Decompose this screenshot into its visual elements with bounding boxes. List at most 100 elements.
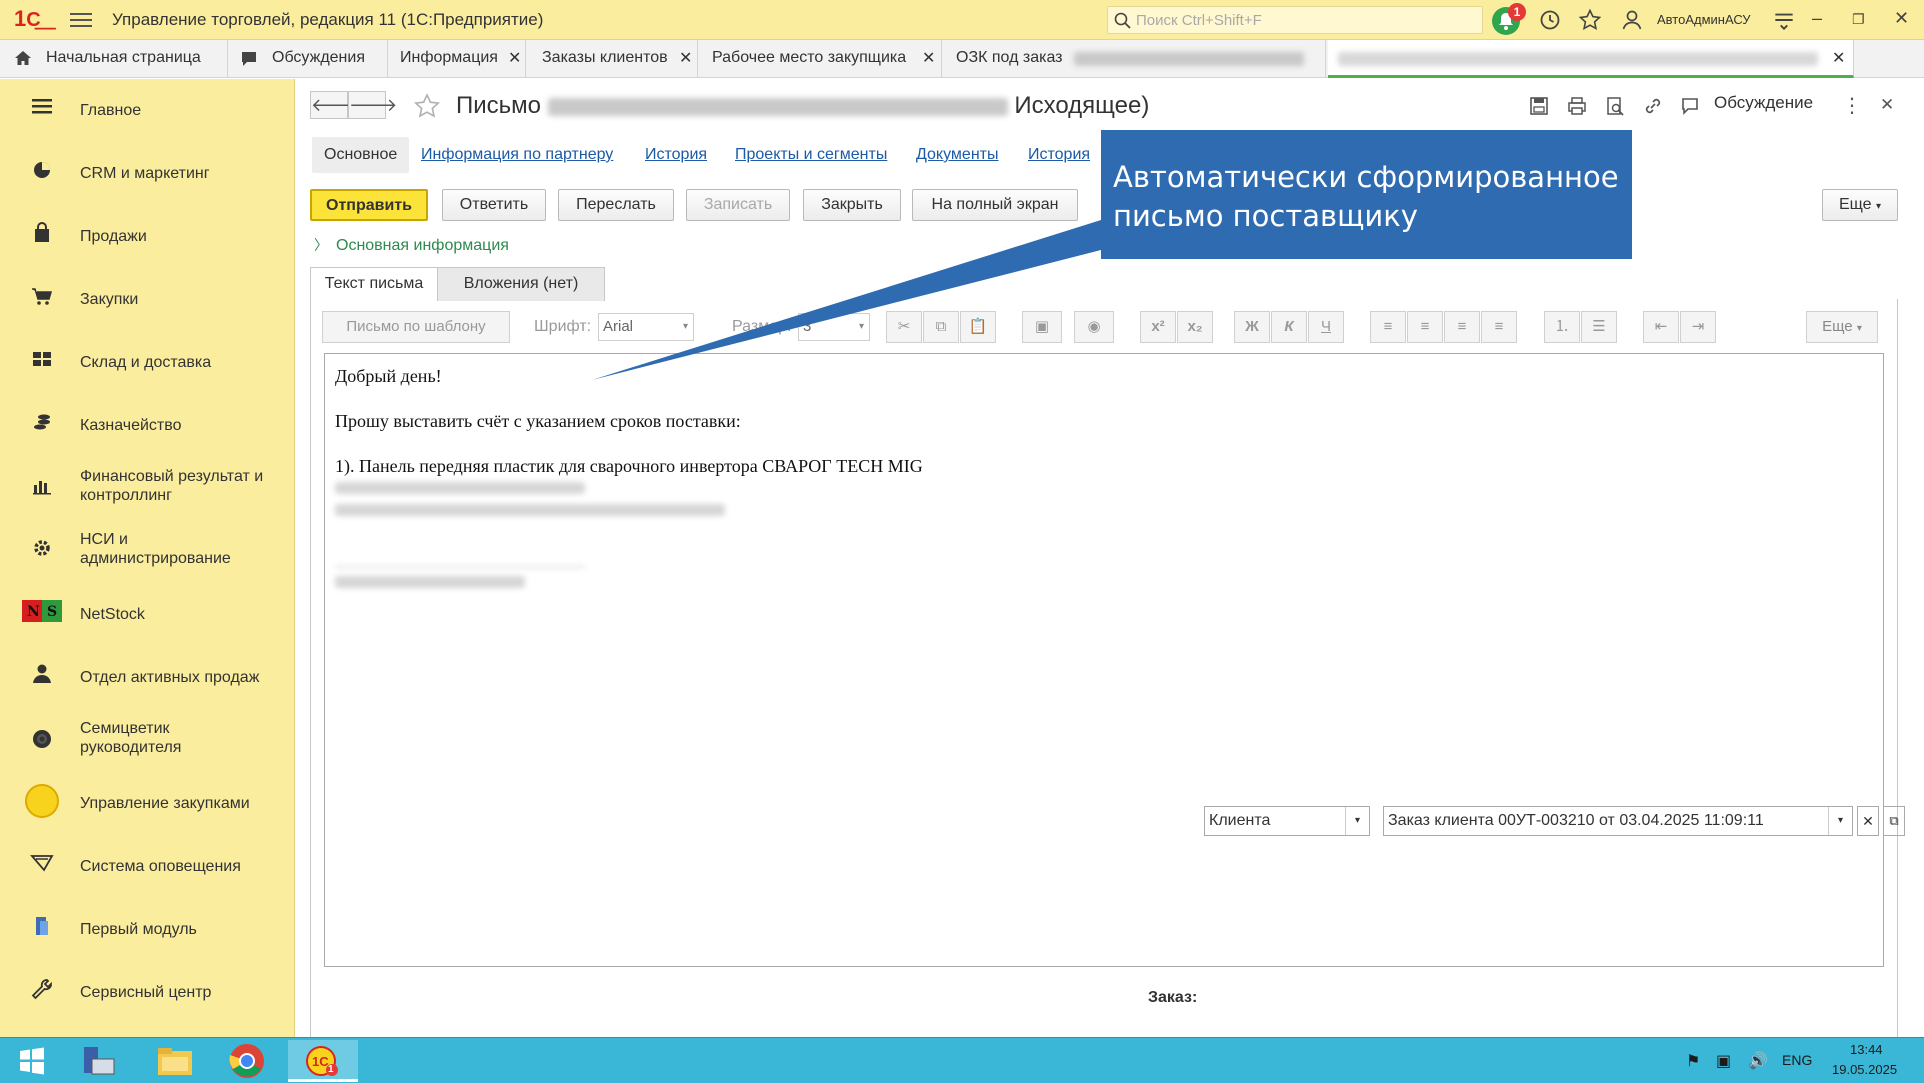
sidebar-item-main[interactable]: Главное: [0, 79, 295, 135]
sidebar-item-semitsvetik[interactable]: Семицветик руководителя: [0, 709, 295, 767]
sidebar-item-nsi[interactable]: НСИ и администрирование: [0, 520, 295, 578]
toolbar-more-button[interactable]: Еще ▾: [1806, 311, 1878, 343]
underline-icon[interactable]: Ч: [1308, 311, 1344, 343]
volume-icon[interactable]: 🔊: [1748, 1051, 1768, 1071]
tab-buyer-workplace[interactable]: Рабочее место закупщика ✕: [698, 40, 942, 78]
server-manager-icon[interactable]: [74, 1041, 124, 1081]
sidebar-item-crm[interactable]: CRM и маркетинг: [0, 142, 295, 198]
print-icon[interactable]: [1566, 95, 1588, 117]
close-window-button[interactable]: ✕: [1894, 8, 1909, 29]
save-disk-icon[interactable]: [1528, 95, 1550, 117]
subscript-icon[interactable]: x₂: [1177, 311, 1213, 343]
flag-icon[interactable]: ⚑: [1686, 1051, 1700, 1071]
close-form-icon[interactable]: ✕: [1880, 95, 1894, 115]
close-tab-icon[interactable]: ✕: [922, 48, 935, 68]
notifications-button[interactable]: 1: [1492, 3, 1526, 35]
bulleted-list-icon[interactable]: ☰: [1581, 311, 1617, 343]
subtab-history[interactable]: История: [645, 137, 707, 173]
reply-button[interactable]: Ответить: [442, 189, 546, 221]
close-tab-icon[interactable]: ✕: [1832, 48, 1845, 68]
main-info-toggle[interactable]: 〉 Основная информация: [314, 235, 509, 255]
user-icon[interactable]: [1618, 7, 1646, 33]
preview-icon[interactable]: [1604, 95, 1626, 117]
sidebar-item-purchase-management[interactable]: Управление закупками: [0, 772, 295, 828]
font-select[interactable]: Arial ▾: [598, 313, 694, 341]
close-button[interactable]: Закрыть: [803, 189, 901, 221]
clock-time[interactable]: 13:44: [1850, 1042, 1883, 1057]
clear-order-icon[interactable]: ✕: [1857, 806, 1879, 836]
sidebar-item-service-center[interactable]: Сервисный центр: [0, 961, 295, 1017]
tab-attachments[interactable]: Вложения (нет): [437, 267, 605, 301]
cut-icon[interactable]: ✂: [886, 311, 922, 343]
clock-date[interactable]: 19.05.2025: [1832, 1062, 1897, 1077]
tab-discussions[interactable]: Обсуждения: [228, 40, 388, 78]
minimize-button[interactable]: –: [1812, 8, 1822, 29]
settings-menu-icon[interactable]: [1770, 7, 1798, 33]
sidebar-item-active-sales[interactable]: Отдел активных продаж: [0, 646, 295, 702]
tab-information[interactable]: Информация ✕: [388, 40, 526, 78]
search-input[interactable]: Поиск Ctrl+Shift+F: [1107, 6, 1483, 34]
sidebar-item-finance[interactable]: Финансовый результат и контроллинг: [0, 457, 295, 515]
size-select[interactable]: 3 ▾: [798, 313, 870, 341]
tab-current-letter[interactable]: ✕: [1328, 40, 1854, 78]
align-center-icon[interactable]: ≡: [1407, 311, 1443, 343]
letter-body-editor[interactable]: Добрый день! Прошу выставить счёт с указ…: [324, 353, 1884, 967]
sidebar-item-notifications[interactable]: Система оповещения: [0, 835, 295, 891]
network-icon[interactable]: ▣: [1716, 1051, 1731, 1071]
sidebar-item-treasury[interactable]: Казначейство: [0, 394, 295, 450]
order-select[interactable]: Заказ клиента 00УТ-003210 от 03.04.2025 …: [1383, 806, 1853, 836]
indent-icon[interactable]: ⇥: [1680, 311, 1716, 343]
favorites-star-icon[interactable]: [1576, 7, 1604, 33]
send-button[interactable]: Отправить: [310, 189, 428, 221]
sidebar-item-purchases[interactable]: Закупки: [0, 268, 295, 324]
superscript-icon[interactable]: x²: [1140, 311, 1176, 343]
sidebar-item-warehouse[interactable]: Склад и доставка: [0, 331, 295, 387]
template-button[interactable]: Письмо по шаблону: [322, 311, 510, 343]
favorite-star-icon[interactable]: [412, 92, 442, 122]
align-left-icon[interactable]: ≡: [1370, 311, 1406, 343]
italic-icon[interactable]: К: [1271, 311, 1307, 343]
chrome-icon[interactable]: [222, 1041, 272, 1081]
align-justify-icon[interactable]: ≡: [1481, 311, 1517, 343]
sidebar-item-sales[interactable]: Продажи: [0, 205, 295, 261]
fullscreen-button[interactable]: На полный экран: [912, 189, 1078, 221]
order-type-select[interactable]: Клиента ▾: [1204, 806, 1370, 836]
forward-letter-button[interactable]: Переслать: [558, 189, 674, 221]
file-explorer-icon[interactable]: [150, 1041, 200, 1081]
language-indicator[interactable]: ENG: [1782, 1052, 1812, 1068]
taskbar-1c-app[interactable]: 1С 1: [288, 1040, 358, 1082]
discussion-button[interactable]: Обсуждение: [1714, 93, 1813, 113]
image-icon[interactable]: ▣: [1022, 311, 1062, 343]
restore-button[interactable]: ❐: [1852, 11, 1865, 28]
main-menu-icon[interactable]: [70, 10, 92, 30]
tab-home[interactable]: Начальная страница: [0, 40, 228, 78]
tab-ozk[interactable]: ОЗК под заказ: [942, 40, 1326, 78]
more-vertical-icon[interactable]: ⋮: [1842, 93, 1862, 118]
subtab-projects[interactable]: Проекты и сегменты: [735, 137, 887, 173]
subtab-documents[interactable]: Документы: [916, 137, 998, 173]
close-tab-icon[interactable]: ✕: [508, 48, 521, 68]
link-icon[interactable]: [1642, 95, 1664, 117]
history-icon[interactable]: [1536, 7, 1564, 33]
forward-button[interactable]: 🡒: [348, 91, 397, 119]
close-tab-icon[interactable]: ✕: [679, 48, 692, 68]
paste-icon[interactable]: 📋: [960, 311, 996, 343]
tab-client-orders[interactable]: Заказы клиентов ✕: [526, 40, 698, 78]
outdent-icon[interactable]: ⇤: [1643, 311, 1679, 343]
subtab-history-2[interactable]: История: [1028, 137, 1090, 173]
numbered-list-icon[interactable]: ⒈: [1544, 311, 1580, 343]
save-button[interactable]: Записать: [686, 189, 790, 221]
back-button[interactable]: 🡐: [310, 91, 359, 119]
hyperlink-icon[interactable]: ◉: [1074, 311, 1114, 343]
copy-icon[interactable]: ⧉: [923, 311, 959, 343]
align-right-icon[interactable]: ≡: [1444, 311, 1480, 343]
windows-start-icon[interactable]: [6, 1041, 56, 1081]
more-button[interactable]: Еще ▾: [1822, 189, 1898, 221]
sidebar-item-netstock[interactable]: NS NetStock: [0, 583, 295, 639]
user-name[interactable]: АвтоАдминАСУ: [1657, 12, 1751, 27]
subtab-main[interactable]: Основное: [312, 137, 410, 173]
open-order-icon[interactable]: ⧉: [1883, 806, 1905, 836]
bold-icon[interactable]: Ж: [1234, 311, 1270, 343]
subtab-partner-info[interactable]: Информация по партнеру: [421, 137, 613, 173]
tab-letter-text[interactable]: Текст письма: [310, 267, 438, 301]
